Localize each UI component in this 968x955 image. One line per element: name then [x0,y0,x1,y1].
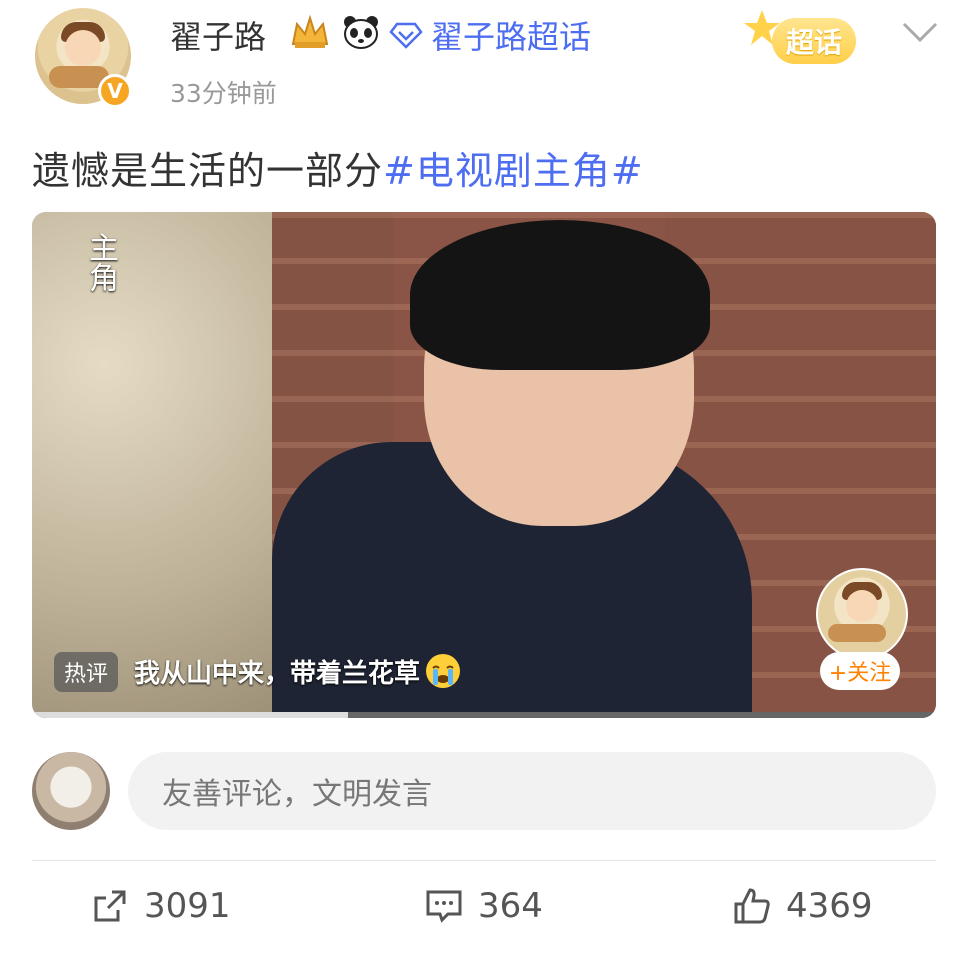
hot-comment-text: 我从山中来，带着兰花草 [134,658,421,689]
hot-comment-tag: 热评 [54,652,119,692]
chaohua-badge-label: 超话 [772,18,856,64]
video-person-hair [410,220,710,370]
crying-emoji-icon [426,654,461,688]
verified-badge-icon: V [98,74,132,108]
chaohua-link-label: 翟子路超话 [431,18,592,56]
mini-avatar-face [846,590,878,622]
chevron-down-icon[interactable] [900,20,940,46]
hashtag-link[interactable]: #电视剧主角# [383,149,644,193]
chaohua-link[interactable]: 翟子路超话 [389,12,591,58]
comment-button[interactable]: 364 [424,886,543,926]
comment-count: 364 [478,886,543,926]
video-watermark: 主角 [83,232,118,292]
video-player[interactable]: 主角 热评 我从山中来，带着兰花草 +关注 [32,212,936,718]
post-body: 遗憾是生活的一部分 [32,149,384,193]
avatar-face [65,30,101,66]
divider [32,860,936,861]
like-count: 4369 [786,886,873,926]
follow-button[interactable]: +关注 [820,652,900,690]
diamond-icon [389,22,423,49]
author-name[interactable]: 翟子路 [170,12,266,58]
repost-button[interactable]: 3091 [90,886,231,926]
video-progress-fill [32,712,349,718]
chaohua-badge[interactable]: 超话 [742,8,870,72]
comment-placeholder: 友善评论，文明发言 [162,777,432,812]
current-user-avatar[interactable] [32,752,110,830]
post-text: 遗憾是生活的一部分#电视剧主角# [32,140,644,195]
crown-icon [291,14,329,48]
video-wall [32,212,272,718]
comment-input[interactable]: 友善评论，文明发言 [128,752,936,830]
repost-icon [94,890,126,922]
comment-icon [426,890,462,923]
video-author-avatar[interactable] [816,568,908,660]
thumbs-up-icon [734,888,770,924]
like-button[interactable]: 4369 [732,886,873,926]
repost-count: 3091 [144,886,231,926]
post-timestamp: 33分钟前 [170,79,277,108]
hot-comment[interactable]: 我从山中来，带着兰花草 [134,652,462,690]
panda-icon [344,16,378,49]
mini-avatar-guitar [828,624,886,642]
